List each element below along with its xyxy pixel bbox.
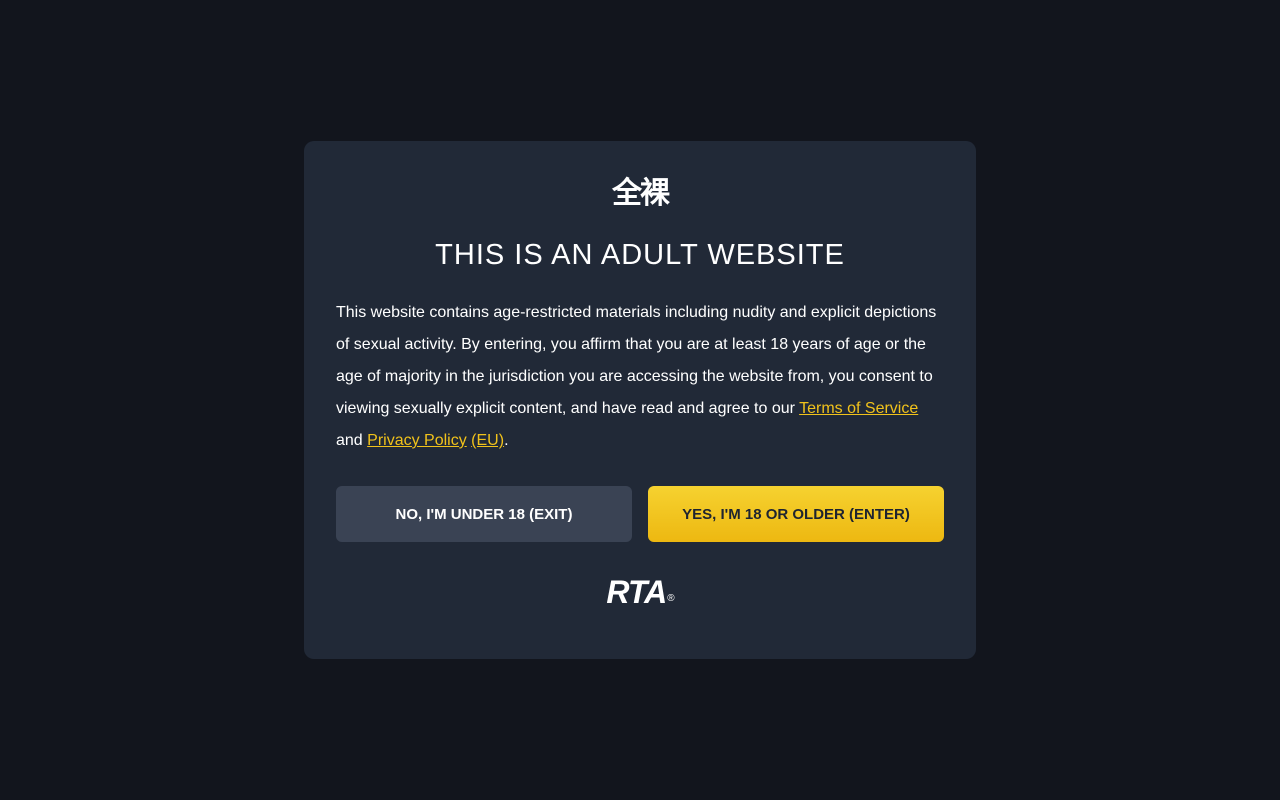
- site-logo: 全裸: [612, 176, 670, 211]
- privacy-policy-eu-link[interactable]: (EU): [471, 432, 504, 449]
- disclaimer-period: .: [504, 432, 509, 449]
- disclaimer-and: and: [336, 432, 368, 449]
- dialog-title: THIS IS AN ADULT WEBSITE: [435, 239, 845, 271]
- terms-of-service-link[interactable]: Terms of Service: [799, 400, 918, 417]
- privacy-policy-link[interactable]: Privacy Policy: [367, 432, 467, 449]
- rta-logo: RTA®: [304, 575, 976, 616]
- enter-button[interactable]: YES, I'M 18 OR OLDER (ENTER): [648, 486, 944, 542]
- disclaimer-text: This website contains age-restricted mat…: [336, 297, 948, 457]
- exit-button[interactable]: NO, I'M UNDER 18 (EXIT): [336, 486, 632, 542]
- rta-label: RTA: [606, 574, 667, 610]
- age-verification-dialog: 全裸 THIS IS AN ADULT WEBSITE This website…: [304, 141, 976, 659]
- registered-mark: ®: [667, 593, 674, 604]
